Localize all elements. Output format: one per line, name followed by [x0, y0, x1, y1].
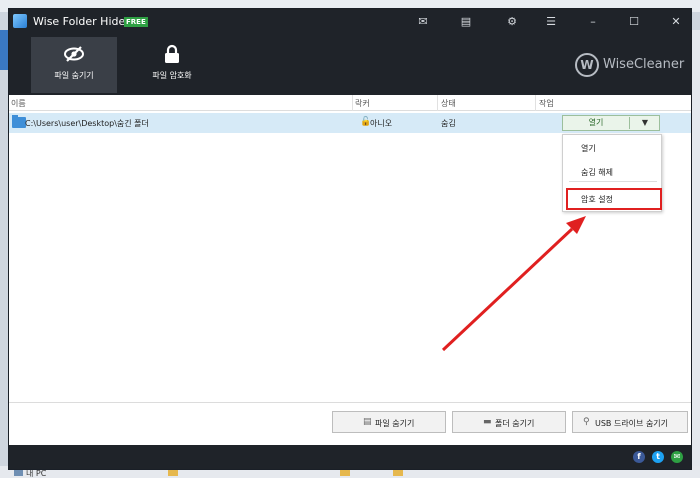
mail-icon[interactable]: ✉: [416, 15, 430, 29]
folder-icon: ▬: [483, 417, 492, 427]
chevron-down-icon[interactable]: ▼: [630, 116, 660, 130]
column-header-status[interactable]: 상태: [441, 98, 456, 109]
row-lock: 아니오: [370, 119, 393, 128]
app-window: Wise Folder Hider FREE ✉ ▤ ⚙ ☰ – ☐ ✕ 파일 …: [8, 8, 692, 470]
usb-icon: ⚲: [583, 417, 590, 427]
bottom-divider: [9, 402, 691, 403]
app-title: Wise Folder Hider: [33, 15, 130, 28]
menu-item-open[interactable]: 열기: [581, 143, 596, 154]
row-action-split-button: 열기 ▼: [562, 115, 660, 131]
hide-file-button-label: 파일 숨기기: [375, 419, 415, 428]
folder-icon: [12, 115, 26, 128]
column-separator: [437, 95, 438, 111]
minimize-icon[interactable]: –: [586, 15, 600, 29]
hide-usb-button[interactable]: ⚲ USB 드라이브 숨기기: [572, 411, 688, 433]
column-header-lock[interactable]: 락커: [355, 98, 370, 109]
app-logo-icon: [13, 14, 27, 28]
twitter-icon[interactable]: t: [652, 451, 664, 463]
table-row[interactable]: C:\Users\user\Desktop\숨긴 폴더 🔓 아니오 숨김 열기 …: [9, 113, 691, 133]
open-button[interactable]: 열기: [563, 116, 629, 130]
tab-hide-file-label: 파일 숨기기: [54, 71, 94, 80]
menu-divider: [569, 181, 657, 182]
menu-icon[interactable]: ☰: [544, 15, 558, 29]
feedback-icon[interactable]: ▤: [459, 15, 473, 29]
maximize-icon[interactable]: ☐: [627, 15, 641, 29]
hide-usb-button-label: USB 드라이브 숨기기: [595, 419, 669, 428]
row-path: C:\Users\user\Desktop\숨긴 폴더: [25, 119, 149, 128]
status-bar: f t ✉: [9, 445, 691, 469]
free-badge: FREE: [124, 17, 148, 27]
hide-folder-button-label: 폴더 숨기기: [495, 419, 535, 428]
tab-encrypt-file-label: 파일 암호화: [152, 71, 192, 80]
column-separator: [535, 95, 536, 111]
lock-icon: [161, 43, 183, 65]
facebook-icon[interactable]: f: [633, 451, 645, 463]
tab-encrypt-file[interactable]: 파일 암호화: [129, 37, 215, 93]
list-header: 이름 락커 상태 작업: [9, 95, 691, 111]
email-icon[interactable]: ✉: [671, 451, 683, 463]
column-separator: [352, 95, 353, 111]
column-header-name[interactable]: 이름: [11, 98, 26, 109]
menu-item-unhide[interactable]: 숨김 해제: [581, 167, 613, 178]
close-icon[interactable]: ✕: [669, 15, 683, 29]
title-bar: Wise Folder Hider FREE ✉ ▤ ⚙ ☰ – ☐ ✕: [9, 9, 691, 35]
unlocked-icon: 🔓: [360, 117, 372, 127]
file-icon: ▤: [363, 417, 372, 427]
hide-folder-button[interactable]: ▬ 폴더 숨기기: [452, 411, 566, 433]
settings-icon[interactable]: ⚙: [505, 15, 519, 29]
column-header-action[interactable]: 작업: [539, 98, 554, 109]
eye-slash-icon: [63, 43, 85, 65]
main-toolbar: 파일 숨기기 파일 암호화 W WiseCleaner: [9, 35, 691, 95]
wisecleaner-logo-icon: W: [575, 53, 599, 77]
brand-text: WiseCleaner: [603, 57, 685, 72]
hide-file-button[interactable]: ▤ 파일 숨기기: [332, 411, 446, 433]
annotation-highlight-box: [566, 188, 662, 210]
row-status: 숨김: [441, 119, 456, 128]
tab-hide-file[interactable]: 파일 숨기기: [31, 37, 117, 93]
